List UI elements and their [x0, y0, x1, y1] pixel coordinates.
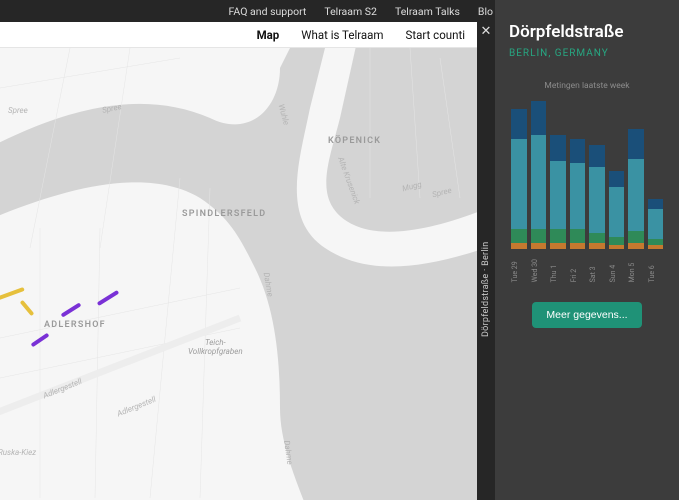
chart-x-label: Sun 4 [609, 259, 625, 282]
chart-x-label: Tue 6 [648, 259, 664, 282]
detail-panel: Dörpfeldstraße BERLIN, GERMANY Metingen … [495, 0, 679, 500]
panel-title: Dörpfeldstraße [509, 22, 665, 42]
tab-map[interactable]: Map [257, 28, 280, 42]
panel-subtitle: BERLIN, GERMANY [509, 48, 665, 59]
map-label-teich: Teich- Vollkropfgraben [188, 338, 243, 356]
chart-x-label: Fri 2 [570, 259, 586, 282]
map-label-spree-1: Spree [8, 106, 28, 115]
map-label-adlershof: ADLERSHOF [44, 320, 106, 330]
chart-bar[interactable] [511, 109, 527, 249]
chart-bar[interactable] [648, 199, 664, 249]
nav-blog[interactable]: Blo [478, 5, 493, 18]
more-data-button[interactable]: Meer gegevens... [532, 302, 641, 328]
chart-x-label: Wed 30 [531, 259, 547, 282]
tab-bar: Map What is Telraam Start counti [0, 22, 477, 48]
chart-x-label: Tue 29 [511, 259, 527, 282]
nav-faq[interactable]: FAQ and support [229, 5, 307, 18]
chart-title: Metingen laatste week [509, 81, 665, 91]
tab-start-counting[interactable]: Start counti [406, 28, 465, 42]
chart-bar[interactable] [570, 139, 586, 249]
chart-x-label: Mon 5 [628, 259, 644, 282]
weekly-chart[interactable] [509, 99, 665, 249]
chart-bar[interactable] [589, 145, 605, 249]
map-label-ruska: Ruska-Kiez [0, 448, 36, 457]
panel-handle: ✕ Dörpfeldstraße · Berlin [477, 22, 495, 500]
chart-x-labels: Tue 29Wed 30Thu 1Fri 2Sat 3Sun 4Mon 5Tue… [509, 259, 665, 282]
map-label-spindlersfeld: SPINDLERSFELD [182, 209, 266, 219]
panel-handle-caption: Dörpfeldstraße · Berlin [481, 39, 491, 500]
map-label-koepenick: KÖPENICK [328, 136, 381, 146]
chart-bar[interactable] [628, 129, 644, 249]
tab-what[interactable]: What is Telraam [301, 28, 383, 42]
chart-bar[interactable] [531, 101, 547, 249]
chart-x-label: Thu 1 [550, 259, 566, 282]
nav-talks[interactable]: Telraam Talks [395, 5, 460, 18]
chart-bar[interactable] [609, 171, 625, 249]
map-canvas[interactable]: ADLERSHOF SPINDLERSFELD KÖPENICK Spree S… [0, 48, 477, 500]
chart-bar[interactable] [550, 135, 566, 249]
close-icon[interactable]: ✕ [481, 24, 492, 39]
nav-s2[interactable]: Telraam S2 [324, 5, 377, 18]
chart-x-label: Sat 3 [589, 259, 605, 282]
